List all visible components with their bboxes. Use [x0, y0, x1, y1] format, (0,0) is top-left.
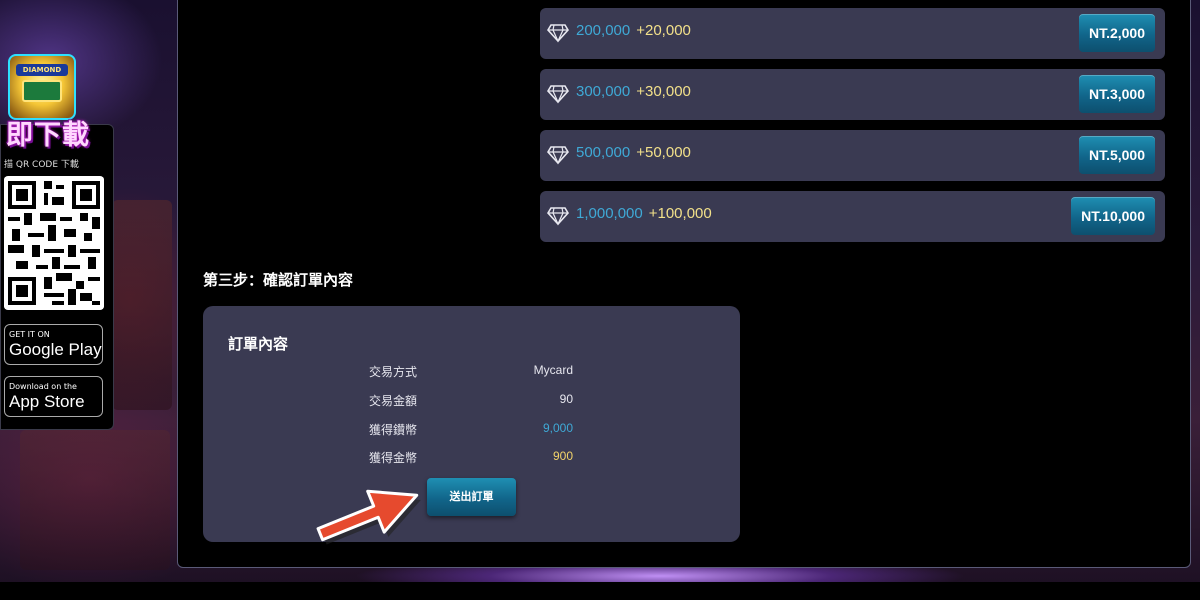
google-play-label: Google Play: [9, 340, 102, 359]
package-amount: 500,000 +50,000: [576, 144, 691, 161]
gold-gained-value: 900: [552, 449, 573, 463]
app-store-label: App Store: [9, 392, 85, 411]
package-amount: 200,000 +20,000: [576, 22, 691, 39]
package-bonus: +20,000: [636, 22, 691, 39]
diamonds-gained-label: 獲得鑽幣: [369, 423, 418, 437]
package-row[interactable]: 200,000 +20,000 NT.2,000: [540, 8, 1165, 59]
diamond-icon: [547, 24, 569, 43]
package-bonus: +50,000: [636, 144, 691, 161]
logo-text: DIAMOND: [16, 64, 68, 76]
submit-order-button[interactable]: 送出訂單: [427, 478, 516, 516]
payment-method-label: 交易方式: [369, 365, 418, 379]
step-three-title: 第三步：確認訂單內容: [203, 271, 354, 289]
package-row[interactable]: 300,000 +30,000 NT.3,000: [540, 69, 1165, 120]
diamonds-gained-value: 9,000: [542, 421, 573, 435]
package-amount: 1,000,000 +100,000: [576, 205, 712, 222]
logo-screen: [22, 80, 62, 102]
package-amount: 300,000 +30,000: [576, 83, 691, 100]
google-play-small-text: GET IT ON: [9, 330, 50, 339]
qr-caption: 描 QR CODE 下載: [4, 160, 79, 170]
slot-machine-decoration: [20, 430, 170, 570]
payment-method-value: Mycard: [533, 363, 573, 377]
bottom-bar: [0, 582, 1200, 600]
package-bonus: +100,000: [648, 205, 712, 222]
download-title: 即下載: [6, 120, 90, 151]
package-row[interactable]: 500,000 +50,000 NT.5,000: [540, 130, 1165, 181]
transaction-amount-value: 90: [559, 392, 573, 406]
google-play-button[interactable]: GET IT ON Google Play: [4, 324, 103, 365]
diamond-icon: [547, 207, 569, 226]
diamond-icon: [547, 146, 569, 165]
slot-machine-decoration: [112, 200, 172, 410]
price-button[interactable]: NT.2,000: [1078, 14, 1155, 52]
price-button[interactable]: NT.5,000: [1078, 136, 1155, 174]
package-row[interactable]: 1,000,000 +100,000 NT.10,000: [540, 191, 1165, 242]
transaction-amount-label: 交易金額: [369, 394, 418, 408]
gold-gained-label: 獲得金幣: [369, 451, 418, 465]
diamond-icon: [547, 85, 569, 104]
pointer-arrow-icon: [316, 489, 421, 545]
price-button[interactable]: NT.3,000: [1078, 75, 1155, 113]
app-store-small-text: Download on the: [9, 382, 77, 391]
order-card-title: 訂單內容: [228, 335, 289, 353]
package-bonus: +30,000: [636, 83, 691, 100]
app-store-button[interactable]: Download on the App Store: [4, 376, 103, 417]
qr-code-icon: [4, 177, 104, 309]
game-logo: DIAMOND: [8, 54, 76, 120]
price-button[interactable]: NT.10,000: [1071, 197, 1155, 235]
qr-code: [4, 176, 104, 310]
